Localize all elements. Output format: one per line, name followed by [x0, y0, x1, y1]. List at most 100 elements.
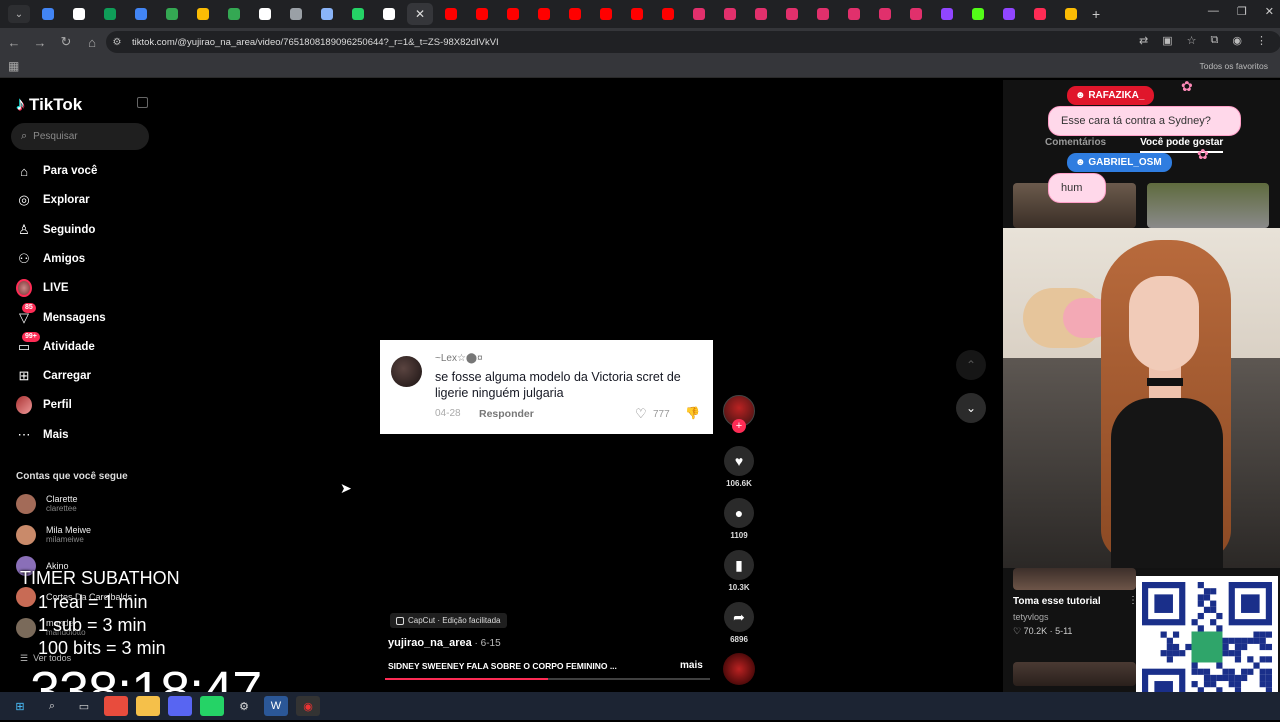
file-explorer-icon[interactable]: [136, 696, 160, 716]
url-text[interactable]: tiktok.com/@yujirao_na_area/video/765180…: [132, 37, 499, 48]
browser-tab[interactable]: [252, 3, 278, 25]
browser-tab[interactable]: [748, 3, 774, 25]
video-author[interactable]: yujirao_na_area · 6-15: [388, 637, 501, 649]
cast-icon[interactable]: ▣: [1162, 34, 1172, 47]
tab-search-icon[interactable]: ⌄: [8, 5, 30, 23]
taskbar-search-icon[interactable]: ⌕: [40, 696, 64, 716]
browser-tab[interactable]: [66, 3, 92, 25]
share-action[interactable]: ➦ 6896: [720, 602, 758, 644]
sidebar-item-home[interactable]: ⌂ Para você: [16, 160, 97, 182]
suggested-user[interactable]: tetyvlogs: [1013, 612, 1049, 622]
windows-start-icon[interactable]: ⊞: [8, 696, 32, 716]
browser-tab[interactable]: [810, 3, 836, 25]
sidebar-item-activity[interactable]: ▭ 99+ Atividade: [16, 331, 95, 358]
bookmark-star-icon[interactable]: ☆: [1187, 34, 1197, 47]
browser-tab[interactable]: [159, 3, 185, 25]
profile-icon[interactable]: ◉: [1232, 34, 1242, 47]
sidebar-item-messages[interactable]: ▽ 85 Mensagens: [16, 302, 106, 329]
tiktok-logo[interactable]: ♪ TikTok: [16, 94, 82, 115]
minimize-icon[interactable]: —: [1208, 5, 1219, 18]
browser-tab[interactable]: [872, 3, 898, 25]
heart-icon[interactable]: ♥: [724, 446, 754, 476]
close-tab-icon[interactable]: ✕: [414, 8, 426, 20]
following-account[interactable]: mande mandolotto: [16, 618, 86, 638]
video-player[interactable]: ~Lex☆⬤¤ se fosse alguma modelo da Victor…: [160, 80, 1003, 692]
browser-tab[interactable]: [655, 3, 681, 25]
share-icon[interactable]: ➦: [724, 602, 754, 632]
suggested-thumb-2[interactable]: [1147, 183, 1269, 228]
browser-tab[interactable]: [779, 3, 805, 25]
sidebar-item-friends[interactable]: ⚇ Amigos: [16, 248, 85, 270]
browser-tab[interactable]: [500, 3, 526, 25]
suggested-thumb-3[interactable]: [1013, 568, 1136, 590]
browser-tab[interactable]: [35, 3, 61, 25]
browser-tab[interactable]: [469, 3, 495, 25]
extensions-icon[interactable]: ⧉: [1211, 34, 1219, 47]
close-window-icon[interactable]: ✕: [1265, 5, 1274, 18]
browser-tab[interactable]: [903, 3, 929, 25]
browser-tab[interactable]: [128, 3, 154, 25]
sidebar-item-profile[interactable]: Perfil: [16, 394, 72, 416]
browser-tab[interactable]: [624, 3, 650, 25]
browser-tab[interactable]: [686, 3, 712, 25]
browser-tab[interactable]: [314, 3, 340, 25]
browser-tab[interactable]: [717, 3, 743, 25]
collapse-sidebar-icon[interactable]: [137, 97, 148, 108]
reload-icon[interactable]: ↻: [54, 31, 78, 53]
browser-tab[interactable]: [531, 3, 557, 25]
word-icon[interactable]: W: [264, 696, 288, 716]
tab-comments[interactable]: Comentários: [1045, 137, 1106, 153]
browser-tab[interactable]: [1058, 3, 1084, 25]
browser-tab[interactable]: [593, 3, 619, 25]
maximize-icon[interactable]: ❐: [1237, 5, 1247, 18]
all-favorites-link[interactable]: Todos os favoritos: [1199, 61, 1268, 71]
settings-icon[interactable]: ⚙: [232, 696, 256, 716]
browser-tab[interactable]: [376, 3, 402, 25]
suggested-thumb-4[interactable]: [1013, 662, 1136, 686]
sidebar-item-following[interactable]: ♙ Seguindo: [16, 219, 95, 241]
site-info-icon[interactable]: ⚙: [110, 35, 124, 49]
browser-tab[interactable]: [283, 3, 309, 25]
browser-tab[interactable]: [934, 3, 960, 25]
tab-suggestions[interactable]: Você pode gostar: [1140, 137, 1224, 153]
video-progress-bar[interactable]: [385, 678, 710, 680]
following-account[interactable]: Akino: [16, 556, 69, 576]
follow-plus-icon[interactable]: +: [732, 419, 746, 433]
translate-icon[interactable]: ⇄: [1139, 34, 1148, 47]
chrome-icon[interactable]: [104, 696, 128, 716]
browser-tab[interactable]: [221, 3, 247, 25]
save-action[interactable]: ▮ 10.3K: [720, 550, 758, 592]
suggested-title[interactable]: Toma esse tutorial: [1013, 596, 1101, 607]
search-input[interactable]: ⌕ Pesquisar: [11, 123, 149, 150]
browser-tab-active-close[interactable]: ✕: [407, 3, 433, 25]
discord-icon[interactable]: [168, 696, 192, 716]
browser-tab[interactable]: [562, 3, 588, 25]
browser-tab[interactable]: [345, 3, 371, 25]
sidebar-item-more[interactable]: ⋯ Mais: [16, 424, 69, 446]
more-button[interactable]: mais: [680, 660, 703, 671]
browser-tab[interactable]: [1027, 3, 1053, 25]
following-account[interactable]: Clarette clarettee: [16, 494, 78, 514]
back-icon[interactable]: ←: [2, 31, 26, 53]
browser-tab[interactable]: [190, 3, 216, 25]
browser-tab[interactable]: [97, 3, 123, 25]
obs-icon[interactable]: ◉: [296, 696, 320, 716]
following-account[interactable]: Mila Meiwe milameiwe: [16, 525, 91, 545]
sidebar-item-compass[interactable]: ◎ Explorar: [16, 189, 89, 211]
apps-grid-icon[interactable]: ▦: [8, 59, 19, 73]
menu-icon[interactable]: ⋮: [1256, 34, 1267, 47]
previous-video-chevron-up-icon[interactable]: ⌃: [956, 350, 986, 380]
see-all-link[interactable]: ☰ Ver todos: [20, 653, 71, 664]
browser-tab[interactable]: [841, 3, 867, 25]
following-account[interactable]: Cortes Da Carolbalds: [16, 587, 132, 607]
like-action[interactable]: ♥ 106.6K: [720, 446, 758, 488]
whatsapp-icon[interactable]: [200, 696, 224, 716]
bookmark-icon[interactable]: ▮: [724, 550, 754, 580]
address-bar[interactable]: ⚙ tiktok.com/@yujirao_na_area/video/7651…: [106, 31, 1280, 53]
capcut-tag[interactable]: CapCut · Edição facilitada: [390, 613, 507, 628]
new-tab-button[interactable]: +: [1092, 6, 1100, 22]
sidebar-item-upload[interactable]: ⊞ Carregar: [16, 365, 91, 387]
comment-icon[interactable]: ●: [724, 498, 754, 528]
sidebar-item-live[interactable]: LIVE: [16, 277, 69, 299]
browser-tab[interactable]: [996, 3, 1022, 25]
